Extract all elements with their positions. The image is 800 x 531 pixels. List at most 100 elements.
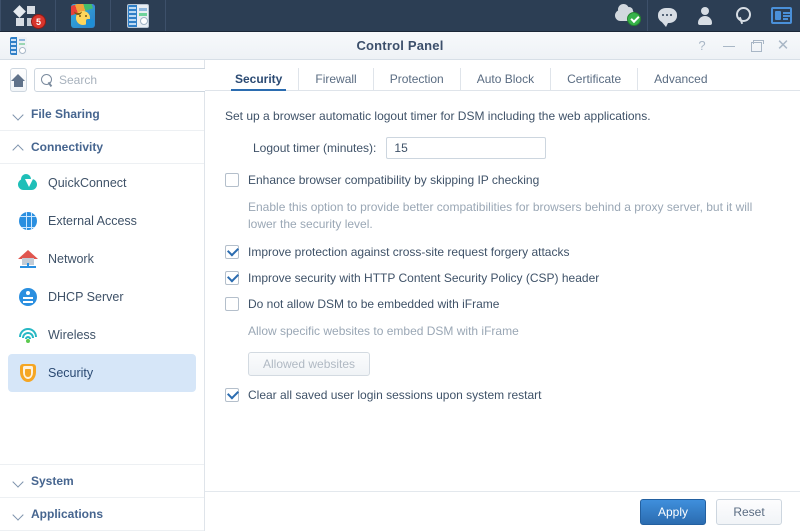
option-csrf-protection[interactable]: Improve protection against cross-site re… bbox=[225, 245, 780, 259]
menu-badge-count: 5 bbox=[31, 13, 46, 29]
logout-timer-input[interactable] bbox=[386, 137, 547, 159]
chevron-down-icon bbox=[14, 110, 23, 119]
option-hint: Allow specific websites to embed DSM wit… bbox=[248, 324, 519, 338]
search-icon bbox=[735, 7, 752, 24]
photos-icon bbox=[71, 3, 95, 28]
sidebar-item-label: External Access bbox=[48, 214, 137, 228]
option-label: Enhance browser compatibility by skippin… bbox=[248, 173, 540, 187]
chevron-down-icon bbox=[14, 477, 23, 486]
option-label: Do not allow DSM to be embedded with iFr… bbox=[248, 297, 500, 311]
home-button[interactable] bbox=[10, 68, 27, 92]
sidebar-item-wireless[interactable]: Wireless bbox=[8, 316, 196, 354]
shield-icon bbox=[18, 363, 38, 383]
tab-protection[interactable]: Protection bbox=[374, 68, 461, 90]
sidebar-group-label: File Sharing bbox=[31, 107, 100, 121]
search-box[interactable] bbox=[34, 68, 221, 92]
taskbar-tray bbox=[609, 0, 800, 31]
sidebar-item-label: Wireless bbox=[48, 328, 96, 342]
taskbar-photos-button[interactable] bbox=[56, 0, 110, 31]
sidebar-item-label: Security bbox=[48, 366, 94, 380]
help-icon[interactable]: ? bbox=[695, 38, 709, 53]
sidebar-group-connectivity[interactable]: Connectivity bbox=[0, 131, 204, 164]
home-icon bbox=[11, 73, 26, 87]
checkbox-unchecked-icon[interactable] bbox=[225, 297, 239, 311]
sidebar-item-network[interactable]: Network bbox=[8, 240, 196, 278]
sidebar-toolbar bbox=[0, 60, 221, 98]
checkbox-checked-icon[interactable] bbox=[225, 388, 239, 402]
sidebar-item-external-access[interactable]: External Access bbox=[8, 202, 196, 240]
sidebar-group-label: System bbox=[31, 474, 74, 488]
tiles-icon: 5 bbox=[13, 4, 46, 29]
sidebar-item-quickconnect[interactable]: QuickConnect bbox=[8, 164, 196, 202]
search-icon bbox=[41, 73, 54, 87]
checkbox-checked-icon[interactable] bbox=[225, 245, 239, 259]
maximize-icon[interactable] bbox=[749, 39, 764, 53]
cloud-check-icon bbox=[615, 3, 641, 26]
sidebar: File Sharing Connectivity QuickConnect E… bbox=[0, 60, 221, 531]
quickconnect-icon bbox=[18, 173, 38, 193]
taskbar-main-menu-button[interactable]: 5 bbox=[1, 0, 55, 31]
tab-auto-block[interactable]: Auto Block bbox=[461, 68, 552, 90]
chevron-up-icon bbox=[14, 143, 23, 152]
panel-description: Set up a browser automatic logout timer … bbox=[225, 109, 651, 123]
logout-timer-row: Logout timer (minutes): bbox=[253, 137, 780, 159]
window-titlebar: Control Panel ? ✕ bbox=[0, 32, 800, 60]
taskbar-control-panel-button[interactable] bbox=[111, 0, 165, 31]
sidebar-group-label: Applications bbox=[31, 507, 104, 521]
option-disallow-iframe[interactable]: Do not allow DSM to be embedded with iFr… bbox=[225, 297, 780, 311]
window-body: File Sharing Connectivity QuickConnect E… bbox=[0, 60, 800, 531]
minimize-icon[interactable] bbox=[722, 39, 736, 53]
action-bar: Apply Reset bbox=[205, 491, 800, 531]
window-title: Control Panel bbox=[356, 38, 444, 53]
quickconnect-status-button[interactable] bbox=[609, 0, 647, 31]
globe-icon bbox=[18, 211, 38, 231]
sidebar-group-file-sharing[interactable]: File Sharing bbox=[0, 98, 204, 131]
tab-certificate[interactable]: Certificate bbox=[551, 68, 639, 90]
close-icon[interactable]: ✕ bbox=[776, 38, 790, 53]
chevron-down-icon bbox=[14, 510, 23, 519]
sidebar-bottom-groups: System Applications bbox=[0, 464, 204, 531]
option-label: Improve protection against cross-site re… bbox=[248, 245, 570, 259]
security-settings-panel: Set up a browser automatic logout timer … bbox=[205, 91, 800, 491]
apply-button[interactable]: Apply bbox=[640, 498, 706, 525]
notifications-button[interactable] bbox=[648, 0, 686, 31]
user-icon bbox=[697, 6, 713, 25]
allowed-websites-button[interactable]: Allowed websites bbox=[248, 352, 371, 376]
checkbox-checked-icon[interactable] bbox=[225, 271, 239, 285]
chat-bubble-icon bbox=[657, 8, 677, 27]
control-panel-window: Control Panel ? ✕ File Sharing bbox=[0, 32, 800, 531]
logout-timer-label: Logout timer (minutes): bbox=[253, 141, 377, 155]
option-label: Clear all saved user login sessions upon… bbox=[248, 388, 542, 402]
sidebar-group-system[interactable]: System bbox=[0, 464, 204, 498]
tab-security[interactable]: Security bbox=[219, 68, 300, 91]
sidebar-item-dhcp-server[interactable]: DHCP Server bbox=[8, 278, 196, 316]
sidebar-item-label: DHCP Server bbox=[48, 290, 124, 304]
widget-panel-icon bbox=[770, 7, 792, 24]
tab-advanced[interactable]: Advanced bbox=[638, 68, 723, 90]
option-clear-sessions[interactable]: Clear all saved user login sessions upon… bbox=[225, 388, 780, 402]
network-house-icon bbox=[18, 249, 38, 269]
wireless-icon bbox=[18, 325, 38, 345]
sidebar-item-label: Network bbox=[48, 252, 94, 266]
control-panel-icon bbox=[127, 3, 149, 28]
taskbar-search-button[interactable] bbox=[724, 0, 762, 31]
widgets-button[interactable] bbox=[762, 0, 800, 31]
dhcp-icon bbox=[18, 287, 38, 307]
content-area: Security Firewall Protection Auto Block … bbox=[205, 60, 800, 531]
user-account-button[interactable] bbox=[686, 0, 724, 31]
search-input[interactable] bbox=[59, 73, 214, 87]
taskbar-divider bbox=[165, 0, 166, 31]
reset-button[interactable]: Reset bbox=[716, 498, 782, 525]
sidebar-item-security[interactable]: Security bbox=[8, 354, 196, 392]
option-enhance-browser-compatibility[interactable]: Enhance browser compatibility by skippin… bbox=[225, 173, 780, 187]
checkbox-unchecked-icon[interactable] bbox=[225, 173, 239, 187]
option-hint: Enable this option to provide better com… bbox=[248, 200, 753, 231]
sidebar-group-applications[interactable]: Applications bbox=[0, 498, 204, 531]
tab-bar: Security Firewall Protection Auto Block … bbox=[205, 60, 800, 91]
option-csp-header[interactable]: Improve security with HTTP Content Secur… bbox=[225, 271, 780, 285]
tab-firewall[interactable]: Firewall bbox=[299, 68, 374, 90]
option-label: Improve security with HTTP Content Secur… bbox=[248, 271, 600, 285]
sidebar-item-label: QuickConnect bbox=[48, 176, 127, 190]
desktop-taskbar: 5 bbox=[0, 0, 800, 32]
sidebar-group-label: Connectivity bbox=[31, 140, 104, 154]
